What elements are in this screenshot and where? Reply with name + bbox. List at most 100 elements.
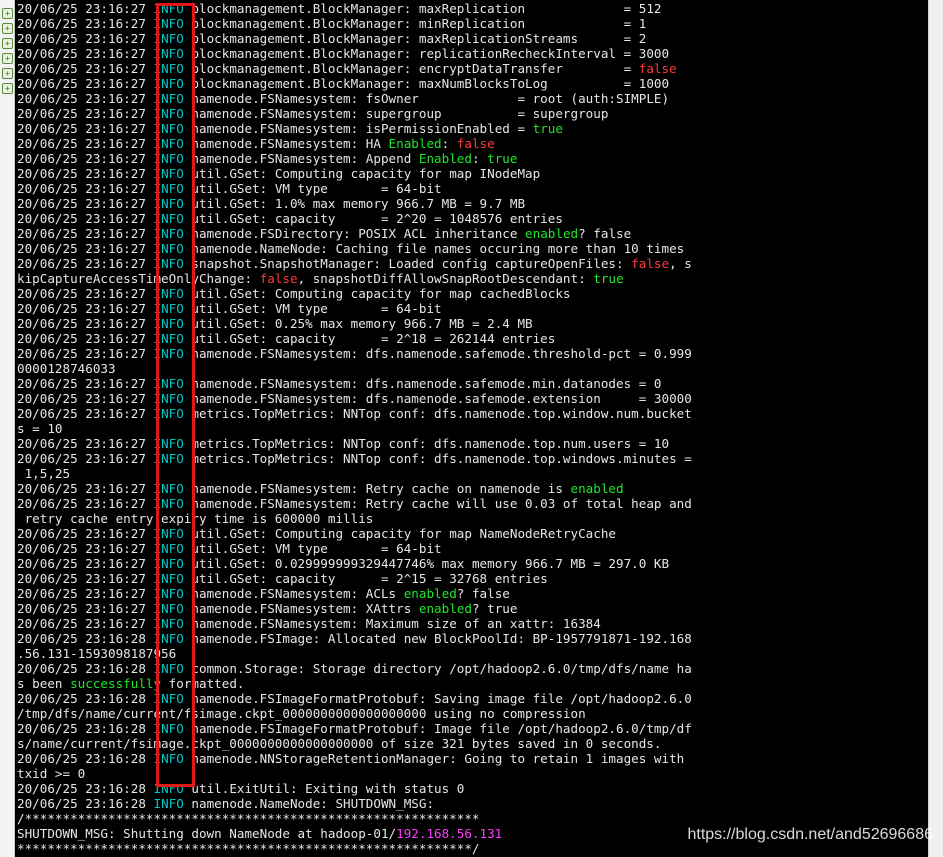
log-text-segment: blockmanagement.BlockManager: minReplica… <box>183 16 647 31</box>
terminal-line: 20/06/25 23:16:27 INFO namenode.FSNamesy… <box>17 481 927 496</box>
log-text-segment: true <box>593 271 624 286</box>
terminal-line: s/name/current/fsimage.ckpt_000000000000… <box>17 736 927 751</box>
gutter-expand-icon[interactable]: + <box>2 53 13 64</box>
log-level-label: INFO <box>153 256 184 271</box>
log-text-segment: enabled <box>418 601 472 616</box>
log-text-segment: util.GSet: 0.25% max memory 966.7 MB = 2… <box>183 316 533 331</box>
log-text-segment: 20/06/25 23:16:27 <box>17 586 154 601</box>
log-level-label: INFO <box>153 196 184 211</box>
terminal-line: 20/06/25 23:16:27 INFO blockmanagement.B… <box>17 61 927 76</box>
terminal-line: 20/06/25 23:16:28 INFO namenode.FSImage:… <box>17 631 927 646</box>
terminal-line: 20/06/25 23:16:28 INFO namenode.NNStorag… <box>17 751 927 766</box>
log-text-segment: 20/06/25 23:16:27 <box>17 481 154 496</box>
gutter-expand-icon[interactable]: + <box>2 38 13 49</box>
terminal-line: 1,5,25 <box>17 466 927 481</box>
log-text-segment: namenode.FSNamesystem: isPermissionEnabl… <box>183 121 533 136</box>
terminal-line: 20/06/25 23:16:27 INFO namenode.FSNamesy… <box>17 136 927 151</box>
log-text-segment: 192.168.56.131 <box>396 826 503 841</box>
gutter-expand-icon[interactable]: + <box>2 8 13 19</box>
log-text-segment: Enabled <box>418 151 472 166</box>
log-text-segment: ****************************************… <box>17 841 480 856</box>
log-level-label: INFO <box>153 691 184 706</box>
log-level-label: INFO <box>153 91 184 106</box>
log-level-label: INFO <box>153 181 184 196</box>
log-text-segment: util.GSet: capacity = 2^15 = 32768 entri… <box>183 571 548 586</box>
log-text-segment: namenode.FSNamesystem: Retry cache on na… <box>183 481 571 496</box>
gutter-expand-icon[interactable]: + <box>2 68 13 79</box>
log-level-label: INFO <box>153 76 184 91</box>
gutter-expand-icon[interactable]: + <box>2 83 13 94</box>
terminal-line: 20/06/25 23:16:27 INFO util.GSet: Comput… <box>17 286 927 301</box>
log-level-label: INFO <box>153 16 184 31</box>
log-text-segment: txid >= 0 <box>17 766 86 781</box>
log-level-label: INFO <box>153 46 184 61</box>
log-text-segment: 20/06/25 23:16:27 <box>17 61 154 76</box>
log-text-segment: 20/06/25 23:16:27 <box>17 136 154 151</box>
log-text-segment: 20/06/25 23:16:28 <box>17 631 154 646</box>
terminal-scrollbar[interactable] <box>928 0 943 857</box>
terminal-line: 20/06/25 23:16:28 INFO util.ExitUtil: Ex… <box>17 781 927 796</box>
log-level-label: INFO <box>153 301 184 316</box>
terminal-line: 20/06/25 23:16:27 INFO namenode.FSNamesy… <box>17 391 927 406</box>
log-text-segment: namenode.FSNamesystem: dfs.namenode.safe… <box>183 391 692 406</box>
log-text-segment: 20/06/25 23:16:27 <box>17 331 154 346</box>
log-text-segment: 20/06/25 23:16:27 <box>17 601 154 616</box>
terminal-window[interactable]: 20/06/25 23:16:27 INFO blockmanagement.B… <box>15 0 943 857</box>
terminal-line: 0000128746033 <box>17 361 927 376</box>
log-text-segment: SHUTDOWN_MSG: Shutting down NameNode at … <box>17 826 397 841</box>
log-text-segment: 20/06/25 23:16:27 <box>17 211 154 226</box>
terminal-line: 20/06/25 23:16:27 INFO namenode.FSNamesy… <box>17 601 927 616</box>
log-level-label: INFO <box>153 286 184 301</box>
log-text-segment: 20/06/25 23:16:27 <box>17 541 154 556</box>
log-text-segment: namenode.NameNode: Caching file names oc… <box>183 241 685 256</box>
terminal-line: 20/06/25 23:16:27 INFO util.GSet: capaci… <box>17 211 927 226</box>
terminal-line: 20/06/25 23:16:27 INFO util.GSet: capaci… <box>17 331 927 346</box>
terminal-line: 20/06/25 23:16:27 INFO metrics.TopMetric… <box>17 451 927 466</box>
log-text-segment: s = 10 <box>17 421 63 436</box>
terminal-line: 20/06/25 23:16:27 INFO metrics.TopMetric… <box>17 406 927 421</box>
log-text-segment: /***************************************… <box>17 811 480 826</box>
log-level-label: INFO <box>153 376 184 391</box>
log-text-segment: 20/06/25 23:16:27 <box>17 1 154 16</box>
log-text-segment: ? false <box>456 586 510 601</box>
log-text-segment: namenode.FSImage: Allocated new BlockPoo… <box>183 631 692 646</box>
terminal-line: 20/06/25 23:16:27 INFO blockmanagement.B… <box>17 16 927 31</box>
log-text-segment: 1,5,25 <box>17 466 71 481</box>
log-text-segment: 20/06/25 23:16:27 <box>17 76 154 91</box>
gutter-expand-icon[interactable]: + <box>2 23 13 34</box>
log-text-segment: 20/06/25 23:16:27 <box>17 241 154 256</box>
terminal-line: 20/06/25 23:16:27 INFO namenode.FSNamesy… <box>17 121 927 136</box>
log-text-segment: util.GSet: 1.0% max memory 966.7 MB = 9.… <box>183 196 526 211</box>
log-level-label: INFO <box>153 796 184 811</box>
log-text-segment: 20/06/25 23:16:27 <box>17 346 154 361</box>
log-text-segment: 20/06/25 23:16:28 <box>17 751 154 766</box>
terminal-line: 20/06/25 23:16:27 INFO util.GSet: 1.0% m… <box>17 196 927 211</box>
log-text-segment: 20/06/25 23:16:27 <box>17 286 154 301</box>
log-text-segment: 20/06/25 23:16:27 <box>17 316 154 331</box>
terminal-line: 20/06/25 23:16:28 INFO namenode.FSImageF… <box>17 691 927 706</box>
log-text-segment: , snapshotDiffAllowSnapRootDescendant: <box>297 271 594 286</box>
terminal-line: kipCaptureAccessTimeOnlyChange: false, s… <box>17 271 927 286</box>
log-level-label: INFO <box>153 121 184 136</box>
log-level-label: INFO <box>153 556 184 571</box>
log-text-segment: namenode.FSNamesystem: ACLs <box>183 586 404 601</box>
log-text-segment: ? true <box>471 601 518 616</box>
log-text-segment: 20/06/25 23:16:27 <box>17 556 154 571</box>
log-level-label: INFO <box>153 526 184 541</box>
log-text-segment: blockmanagement.BlockManager: maxReplica… <box>183 31 647 46</box>
log-level-label: INFO <box>153 241 184 256</box>
terminal-line: 20/06/25 23:16:27 INFO namenode.FSNamesy… <box>17 151 927 166</box>
log-text-segment: ? false <box>578 226 632 241</box>
log-text-segment: 20/06/25 23:16:27 <box>17 406 154 421</box>
log-text-segment: util.GSet: VM type = 64-bit <box>183 301 442 316</box>
log-text-segment: s been <box>17 676 71 691</box>
log-text-segment: namenode.FSImageFormatProtobuf: Saving i… <box>183 691 692 706</box>
log-text-segment: namenode.FSNamesystem: fsOwner = root (a… <box>183 91 670 106</box>
log-text-segment: blockmanagement.BlockManager: maxNumBloc… <box>183 76 670 91</box>
log-text-segment: false <box>638 61 677 76</box>
log-text-segment: 20/06/25 23:16:27 <box>17 496 154 511</box>
log-text-segment: util.GSet: 0.029999999329447746% max mem… <box>183 556 670 571</box>
log-text-segment: false <box>259 271 298 286</box>
log-text-segment: true <box>532 121 563 136</box>
log-text-segment: 20/06/25 23:16:27 <box>17 571 154 586</box>
